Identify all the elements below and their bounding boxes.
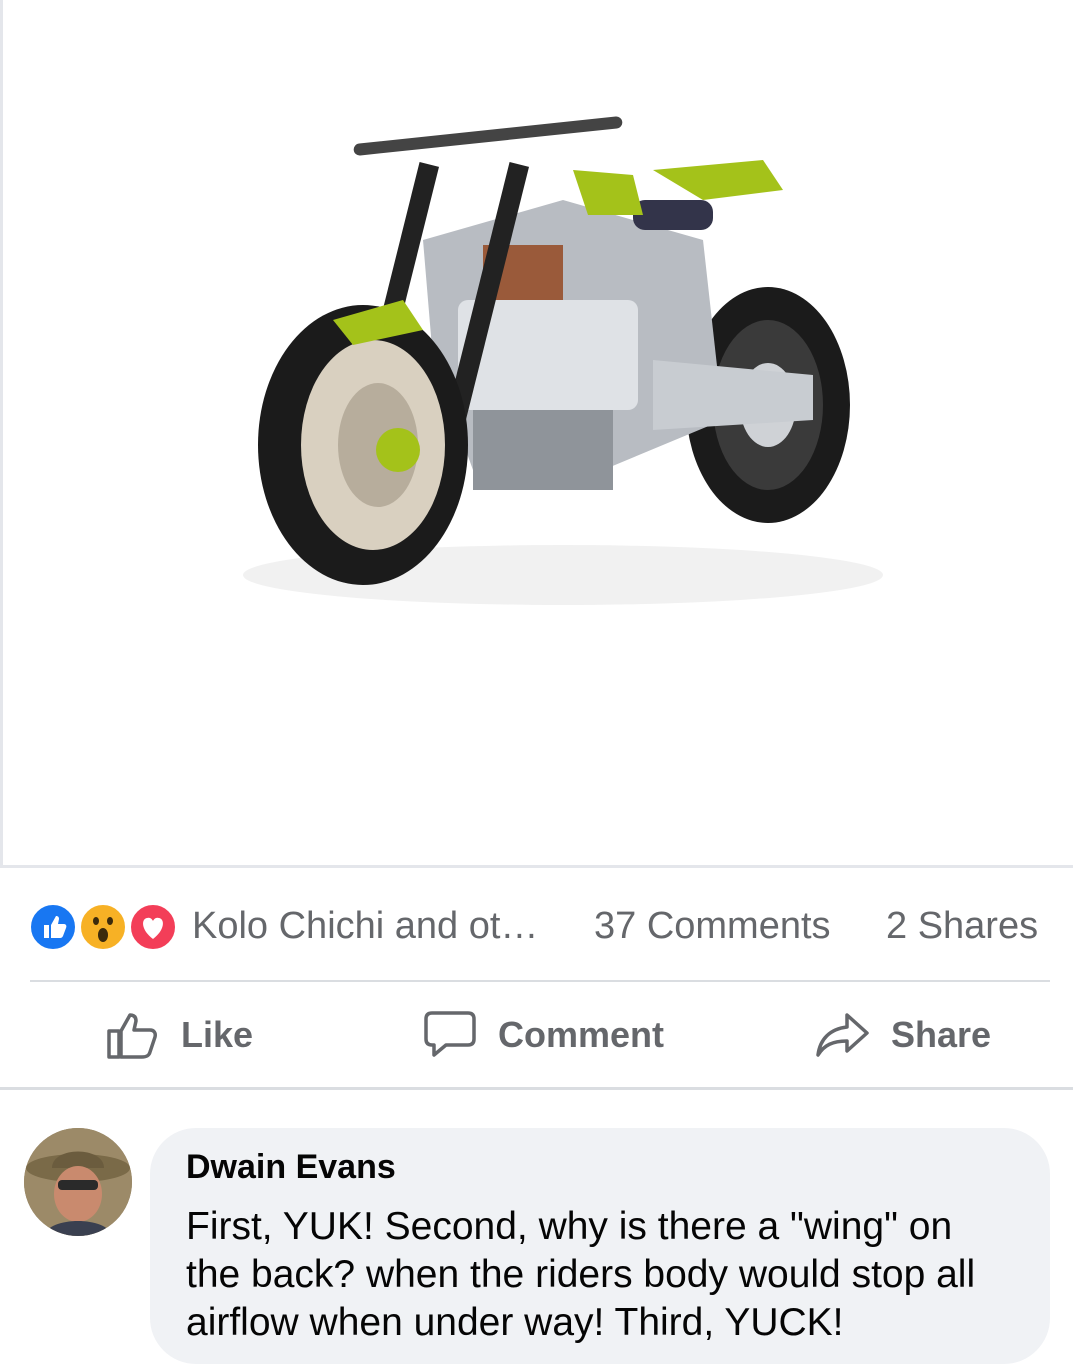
post-photo[interactable] bbox=[0, 0, 1073, 865]
thumbs-up-icon bbox=[107, 1013, 157, 1059]
share-label: Share bbox=[891, 1014, 992, 1055]
comment-button[interactable]: Comment bbox=[422, 1003, 664, 1067]
stats-divider bbox=[30, 980, 1050, 982]
like-label: Like bbox=[181, 1014, 254, 1055]
comment-item: Dwain Evans First, YUK! Second, why is t… bbox=[0, 1100, 1073, 1368]
post-stats: Kolo Chichi and ot… 37 Comments 2 Shares bbox=[0, 880, 1073, 980]
reaction-icons[interactable] bbox=[28, 902, 178, 952]
comment-author[interactable]: Dwain Evans bbox=[186, 1148, 1014, 1187]
share-arrow-icon bbox=[816, 1013, 869, 1057]
photo-divider bbox=[0, 865, 1073, 868]
like-button[interactable]: Like bbox=[105, 1003, 253, 1067]
comments-count[interactable]: 37 Comments bbox=[594, 905, 831, 948]
shares-count[interactable]: 2 Shares bbox=[886, 905, 1038, 948]
love-reaction-icon bbox=[128, 902, 178, 952]
speech-bubble-icon bbox=[424, 1011, 476, 1057]
post-actions: Like Comment Share bbox=[0, 985, 1073, 1085]
comment-bubble[interactable]: Dwain Evans First, YUK! Second, why is t… bbox=[150, 1128, 1050, 1364]
wow-reaction-icon bbox=[78, 902, 128, 952]
comment-text: First, YUK! Second, why is there a "wing… bbox=[186, 1205, 976, 1344]
share-button[interactable]: Share bbox=[815, 1003, 991, 1067]
motorcycle-image bbox=[243, 116, 883, 605]
commenter-avatar[interactable] bbox=[24, 1128, 132, 1236]
comment-label: Comment bbox=[498, 1014, 665, 1055]
like-reaction-icon bbox=[28, 902, 78, 952]
actions-divider bbox=[0, 1087, 1073, 1090]
reactors-summary[interactable]: Kolo Chichi and ot… bbox=[192, 905, 562, 948]
avatar-image bbox=[24, 1128, 132, 1236]
